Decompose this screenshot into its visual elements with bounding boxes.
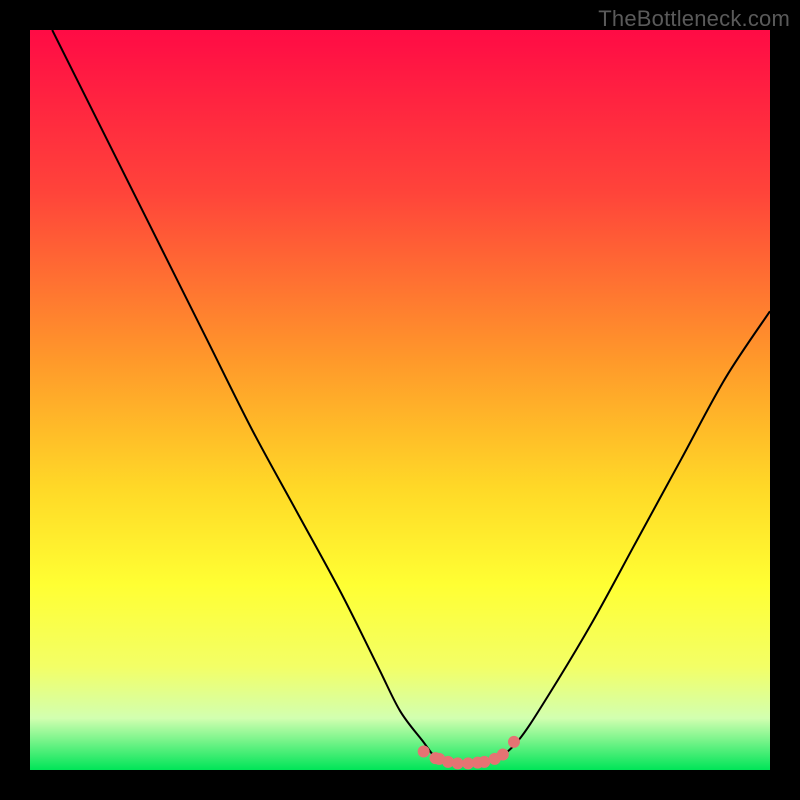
valley-marker xyxy=(452,758,463,769)
valley-marker xyxy=(508,736,519,747)
valley-marker xyxy=(418,746,429,757)
plot-area xyxy=(30,30,770,770)
gradient-background xyxy=(30,30,770,770)
chart-svg xyxy=(30,30,770,770)
valley-marker xyxy=(497,749,508,760)
watermark-text: TheBottleneck.com xyxy=(598,6,790,32)
valley-marker xyxy=(479,756,490,767)
chart-frame: { "watermark": "TheBottleneck.com", "col… xyxy=(0,0,800,800)
